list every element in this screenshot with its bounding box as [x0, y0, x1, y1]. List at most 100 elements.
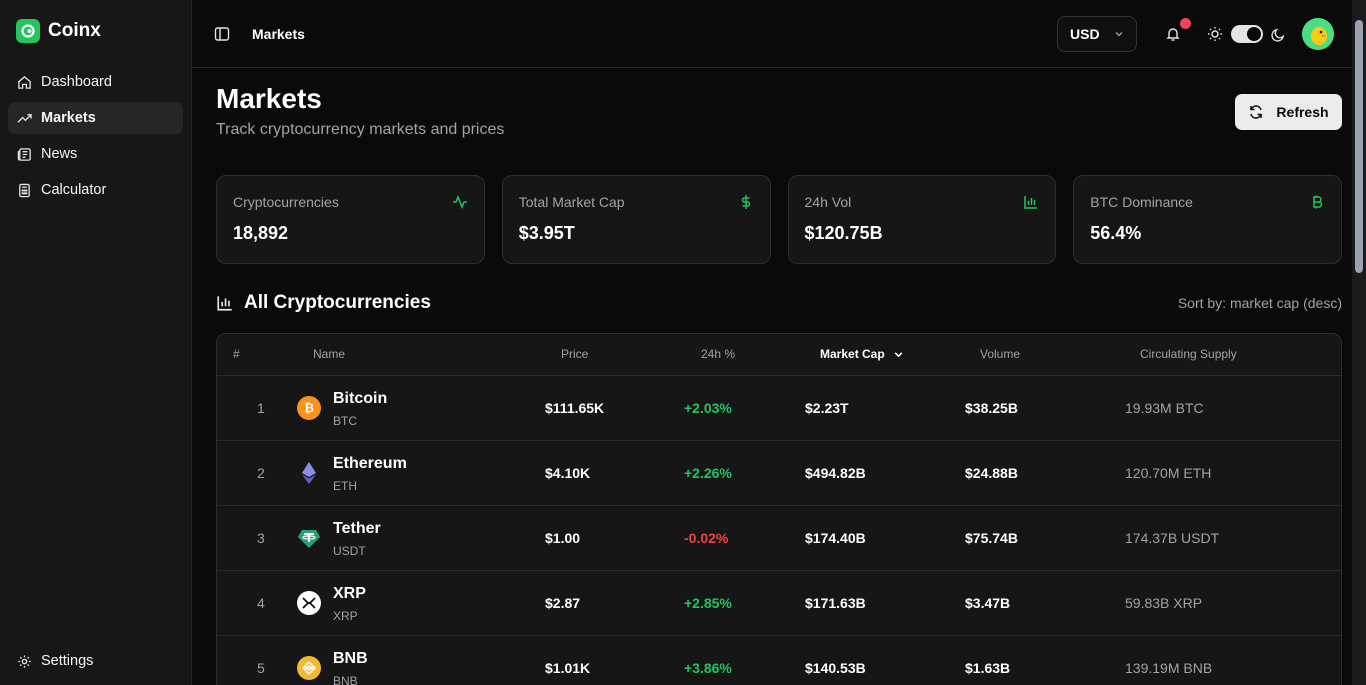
stat-card: Total Market Cap $3.95T: [501, 174, 771, 264]
avatar[interactable]: [1302, 18, 1334, 50]
coin-name[interactable]: Tether: [333, 520, 381, 538]
sidebar: Coinx Dashboard Markets News Calculator …: [0, 0, 192, 685]
stat-value: $120.75B: [804, 222, 883, 243]
sidebar-item-markets[interactable]: Markets: [8, 102, 183, 134]
row-market-cap: $174.40B: [805, 529, 866, 546]
theme-toggle[interactable]: [1231, 25, 1263, 43]
sidebar-toggle-icon[interactable]: [214, 26, 230, 42]
header-volume[interactable]: Volume: [980, 347, 1020, 361]
row-supply: 59.83B XRP: [1125, 594, 1203, 611]
row-change: +2.85%: [684, 594, 732, 611]
table-row[interactable]: 2 Ethereum ETH $4.10K +2.26% $494.82B $2…: [217, 441, 1341, 506]
table-row[interactable]: 1 ₿ Bitcoin BTC $111.65K +2.03% $2.23T $…: [217, 376, 1341, 441]
currency-value: USD: [1070, 26, 1100, 42]
dollar-icon: [741, 194, 750, 209]
tether-coin-icon: [297, 526, 321, 550]
header-change[interactable]: 24h %: [701, 347, 735, 361]
sort-indicator: Sort by: market cap (desc): [1177, 294, 1342, 311]
row-rank: 3: [257, 529, 265, 546]
sidebar-item-settings[interactable]: Settings: [8, 647, 102, 675]
refresh-button[interactable]: Refresh: [1235, 94, 1342, 130]
stat-card: BTC Dominance 56.4%: [1073, 174, 1342, 264]
scrollbar-thumb[interactable]: [1355, 20, 1363, 273]
row-supply: 174.37B USDT: [1125, 529, 1220, 546]
currency-select[interactable]: USD: [1057, 16, 1137, 52]
stat-value: 18,892: [233, 222, 289, 243]
bar-chart-icon: [217, 296, 232, 311]
row-market-cap: $494.82B: [805, 464, 866, 481]
row-market-cap: $140.53B: [805, 659, 866, 676]
settings-label: Settings: [41, 653, 94, 669]
bnb-coin-icon: [297, 655, 321, 680]
trending-up-icon: [17, 113, 32, 123]
ethereum-coin-icon: [297, 461, 321, 485]
chevron-down-icon: [894, 352, 903, 358]
header-supply[interactable]: Circulating Supply: [1140, 347, 1237, 361]
coin-name[interactable]: BNB: [333, 650, 368, 668]
sidebar-item-label: News: [41, 146, 78, 162]
notifications-button[interactable]: [1165, 18, 1191, 42]
section-title-text: All Cryptocurrencies: [244, 291, 431, 313]
row-rank: 2: [257, 464, 265, 481]
sidebar-item-news[interactable]: News: [8, 138, 183, 170]
app: Coinx Dashboard Markets News Calculator …: [0, 0, 1366, 685]
crypto-table: # Name Price 24h % Market Cap Volume Cir…: [216, 332, 1342, 685]
xrp-coin-icon: [297, 590, 321, 615]
row-change: -0.02%: [684, 529, 729, 546]
home-icon: [18, 75, 31, 89]
bell-icon: [1166, 28, 1180, 41]
sidebar-item-dashboard[interactable]: Dashboard: [8, 66, 183, 98]
stats-row: Cryptocurrencies 18,892 Total Market Cap…: [216, 174, 1342, 264]
section-header: All Cryptocurrencies Sort by: market cap…: [216, 292, 1342, 314]
row-volume: $24.88B: [965, 464, 1018, 481]
table-row[interactable]: 3 Tether USDT $1.00 -0.02% $174.40B $75.…: [217, 506, 1341, 571]
coin-symbol: USDT: [333, 543, 366, 558]
row-price: $1.01K: [545, 659, 591, 676]
table-row[interactable]: 4 XRP XRP $2.87 +2.85% $171.63B $3.47B 5…: [217, 571, 1341, 636]
row-rank: 5: [257, 659, 265, 676]
sidebar-item-calculator[interactable]: Calculator: [8, 174, 183, 206]
coin-name[interactable]: Bitcoin: [333, 390, 387, 408]
row-supply: 19.93M BTC: [1125, 399, 1204, 416]
row-volume: $75.74B: [965, 529, 1018, 546]
table-row[interactable]: 5 BNB BNB $1.01K +3.86% $140.53B $1.63B …: [217, 636, 1341, 685]
coin-name[interactable]: XRP: [333, 585, 366, 603]
sidebar-nav: Dashboard Markets News Calculator: [0, 66, 191, 206]
bar-chart-icon: [1024, 195, 1038, 209]
row-market-cap: $2.23T: [805, 399, 849, 416]
theme-switch[interactable]: [1207, 25, 1286, 43]
row-rank: 1: [257, 399, 265, 416]
coin-symbol: BTC: [333, 413, 357, 428]
header-market-cap[interactable]: Market Cap: [820, 347, 904, 361]
sidebar-item-label: Dashboard: [41, 74, 112, 90]
header-price[interactable]: Price: [561, 347, 588, 361]
calculator-icon: [19, 183, 30, 197]
moon-icon: [1271, 28, 1285, 42]
row-change: +3.86%: [684, 659, 732, 676]
breadcrumb: Markets: [252, 25, 305, 42]
logo[interactable]: Coinx: [0, 0, 191, 46]
app-name: Coinx: [48, 20, 101, 41]
avatar-image: [1302, 18, 1334, 50]
coin-symbol: ETH: [333, 478, 357, 493]
header-market-cap-label: Market Cap: [820, 347, 885, 362]
header-rank[interactable]: #: [233, 347, 240, 361]
row-price: $2.87: [545, 594, 581, 611]
row-market-cap: $171.63B: [805, 594, 866, 611]
sun-icon: [1208, 27, 1222, 41]
refresh-label: Refresh: [1276, 104, 1329, 120]
gear-icon: [18, 654, 31, 668]
chevron-down-icon: [1115, 32, 1123, 37]
row-volume: $1.63B: [965, 659, 1011, 676]
row-volume: $38.25B: [965, 399, 1018, 416]
topbar-actions: USD: [1057, 16, 1334, 52]
stat-label: 24h Vol: [804, 193, 852, 210]
sidebar-item-label: Calculator: [41, 182, 107, 198]
coin-name[interactable]: Ethereum: [333, 455, 407, 473]
coin-symbol: BNB: [333, 673, 358, 685]
coin-symbol: XRP: [333, 608, 358, 623]
header-name[interactable]: Name: [313, 347, 345, 361]
scrollbar[interactable]: [1352, 0, 1366, 685]
topbar: Markets USD: [192, 0, 1366, 68]
row-price: $1.00: [545, 529, 581, 546]
